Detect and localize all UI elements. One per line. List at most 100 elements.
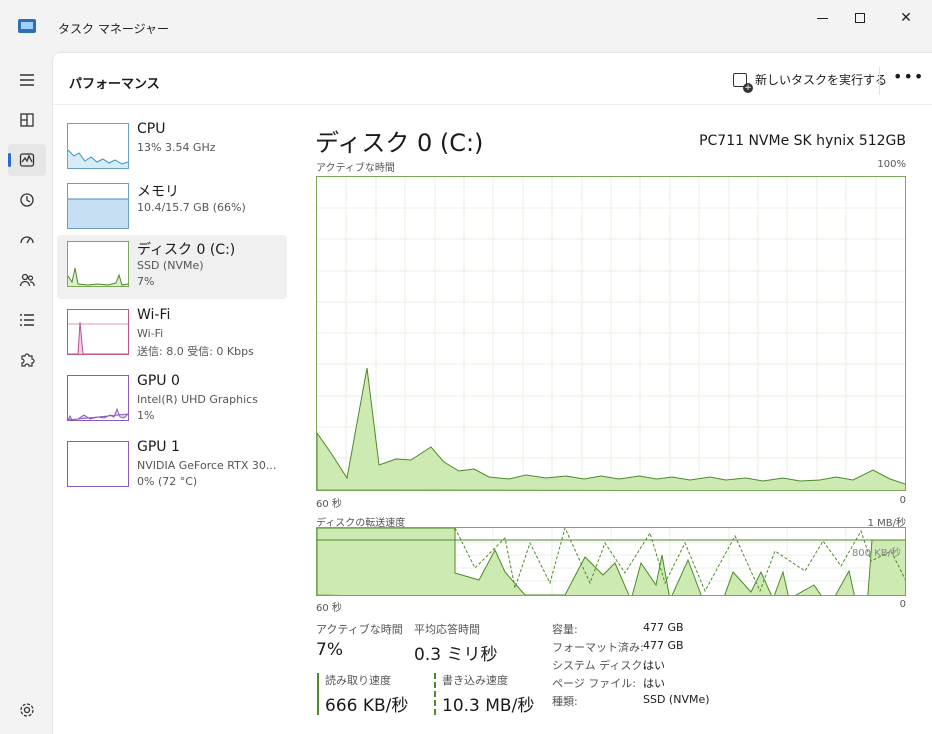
device-name: CPU xyxy=(137,121,166,137)
transfer-rate-chart xyxy=(316,526,913,608)
nav-startup-apps[interactable] xyxy=(8,224,46,256)
minimize-icon xyxy=(816,17,828,19)
page-header: パフォーマンス 新しいタスクを実行する ••• xyxy=(53,53,932,105)
active-time-x-right: 0 xyxy=(899,495,906,506)
prop-value-formatted: 477 GB xyxy=(643,639,684,652)
prop-value-capacity: 477 GB xyxy=(643,621,684,634)
prop-value-page-file: はい xyxy=(643,677,665,690)
active-time-x-left: 60 秒 xyxy=(316,499,342,510)
device-item-disk0[interactable]: ディスク 0 (C:) SSD (NVMe) 7% xyxy=(57,235,287,299)
window-title: タスク マネージャー xyxy=(58,22,169,36)
avg-response-value: 0.3 ミリ秒 xyxy=(414,645,498,665)
performance-icon xyxy=(19,153,35,167)
prop-value-type: SSD (NVMe) xyxy=(643,693,710,706)
device-name: Wi-Fi xyxy=(137,307,171,323)
device-detail: NVIDIA GeForce RTX 30... xyxy=(137,459,277,472)
gpu0-thumbnail-line xyxy=(67,407,130,421)
maximize-button[interactable] xyxy=(838,6,882,30)
disk-thumbnail-line xyxy=(67,267,129,286)
device-item-gpu1[interactable]: GPU 1 NVIDIA GeForce RTX 30... 0% (72 °C… xyxy=(57,435,287,499)
device-name: GPU 1 xyxy=(137,439,180,455)
nav-processes[interactable] xyxy=(8,104,46,136)
prop-label-type: 種類: xyxy=(552,695,578,708)
device-detail: 10.4/15.7 GB (66%) xyxy=(137,201,246,214)
new-task-label: 新しいタスクを実行する xyxy=(755,73,888,87)
prop-label-capacity: 容量: xyxy=(552,623,578,636)
hamburger-menu-icon xyxy=(20,74,34,86)
memory-thumbnail-graph xyxy=(67,183,129,229)
wifi-thumbnail-line xyxy=(68,321,128,355)
disk-model: PC711 NVMe SK hynix 512GB xyxy=(699,133,906,149)
write-speed-label: 書き込み速度 xyxy=(442,674,508,687)
nav-services[interactable] xyxy=(8,344,46,376)
active-time-chart xyxy=(316,177,932,492)
device-detail: Wi-Fi xyxy=(137,327,164,340)
prop-label-system-disk: システム ディスク: xyxy=(552,659,647,672)
read-speed-indicator xyxy=(317,673,319,715)
nav-performance[interactable] xyxy=(8,144,46,176)
speedometer-icon xyxy=(20,236,34,244)
active-time-graph xyxy=(316,176,932,492)
write-speed-indicator xyxy=(434,673,436,715)
close-icon: ✕ xyxy=(900,10,912,26)
device-item-cpu[interactable]: CPU 13% 3.54 GHz xyxy=(57,117,287,181)
device-name: ディスク 0 (C:) xyxy=(137,242,236,258)
device-detail: SSD (NVMe) xyxy=(137,259,204,272)
device-item-gpu0[interactable]: GPU 0 Intel(R) UHD Graphics 1% xyxy=(57,369,287,433)
header-separator xyxy=(879,67,880,95)
wifi-thumbnail-graph xyxy=(67,309,129,355)
prop-label-formatted: フォーマット済み: xyxy=(552,641,644,654)
device-usage: 0% (72 °C) xyxy=(137,475,198,488)
services-puzzle-icon xyxy=(21,353,35,367)
processes-icon xyxy=(20,113,34,127)
new-task-button[interactable]: 新しいタスクを実行する xyxy=(733,71,888,93)
content-panel: パフォーマンス 新しいタスクを実行する ••• CPU 13% 3.54 GHz… xyxy=(52,52,932,734)
prop-label-page-file: ページ ファイル: xyxy=(552,677,636,690)
task-manager-icon xyxy=(18,19,36,33)
active-time-graph-max: 100% xyxy=(877,159,906,170)
disk-thumbnail-graph xyxy=(67,241,129,287)
avg-response-label: 平均応答時間 xyxy=(414,623,480,636)
gpu0-thumbnail-graph xyxy=(67,375,130,421)
read-speed-value: 666 KB/秒 xyxy=(325,696,409,716)
nav-details[interactable] xyxy=(8,304,46,336)
memory-thumbnail-fill xyxy=(68,198,128,228)
device-name: メモリ xyxy=(137,184,179,200)
details-list-icon xyxy=(20,314,34,326)
device-detail: 13% 3.54 GHz xyxy=(137,141,216,154)
read-speed-label: 読み取り速度 xyxy=(325,674,391,687)
cpu-thumbnail-graph xyxy=(67,123,129,172)
title-bar: タスク マネージャー ✕ xyxy=(0,0,932,52)
active-time-label: アクティブな時間 xyxy=(316,623,403,636)
maximize-icon xyxy=(855,13,865,23)
write-speed-value: 10.3 MB/秒 xyxy=(442,696,535,716)
gpu1-thumbnail-graph xyxy=(67,441,129,487)
device-usage: 送信: 8.0 受信: 0 Kbps xyxy=(137,345,254,358)
active-time-graph-label: アクティブな時間 xyxy=(316,163,395,174)
active-time-value: 7% xyxy=(316,640,343,660)
device-detail: Intel(R) UHD Graphics xyxy=(137,393,258,406)
users-icon xyxy=(19,273,35,287)
disk-detail-title: ディスク 0 (C:) xyxy=(315,129,484,157)
history-icon xyxy=(20,193,34,207)
more-options-button[interactable]: ••• xyxy=(893,67,924,86)
nav-users[interactable] xyxy=(8,264,46,296)
settings-gear-icon xyxy=(20,703,34,717)
nav-settings[interactable] xyxy=(8,694,46,726)
cpu-thumbnail-line xyxy=(67,149,129,172)
transfer-x-right: 0 xyxy=(899,599,906,610)
nav-rail xyxy=(0,52,52,734)
page-title: パフォーマンス xyxy=(69,77,160,92)
close-button[interactable]: ✕ xyxy=(884,6,928,30)
transfer-x-left: 60 秒 xyxy=(316,603,342,614)
device-usage: 1% xyxy=(137,409,155,422)
nav-app-history[interactable] xyxy=(8,184,46,216)
new-task-icon xyxy=(733,72,753,93)
transfer-graph-mid: 800 KB/秒 xyxy=(851,548,901,559)
nav-menu-button[interactable] xyxy=(8,64,46,96)
transfer-rate-graph: 800 KB/秒 xyxy=(316,526,913,608)
prop-value-system-disk: はい xyxy=(643,659,665,672)
device-item-memory[interactable]: メモリ 10.4/15.7 GB (66%) xyxy=(57,177,287,241)
task-manager-window: タスク マネージャー ✕ パフォーマンス + 新しいタスクを実行する ••• C… xyxy=(0,0,932,734)
device-item-wifi[interactable]: Wi-Fi Wi-Fi 送信: 8.0 受信: 0 Kbps xyxy=(57,303,287,367)
